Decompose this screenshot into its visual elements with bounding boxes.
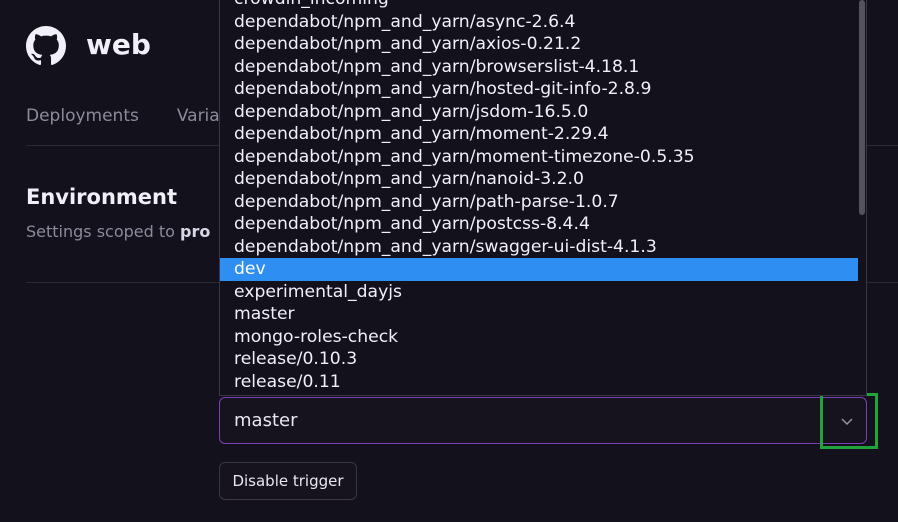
tab-variables[interactable]: Varial <box>177 106 225 130</box>
dropdown-option-selected[interactable]: dev <box>220 258 858 281</box>
disable-trigger-button[interactable]: Disable trigger <box>219 462 357 500</box>
dropdown-option[interactable]: dependabot/npm_and_yarn/postcss-8.4.4 <box>220 213 858 236</box>
dropdown-option[interactable]: dependabot/npm_and_yarn/moment-timezone-… <box>220 146 858 169</box>
dropdown-option[interactable]: dependabot/npm_and_yarn/jsdom-16.5.0 <box>220 101 858 124</box>
tab-deployments[interactable]: Deployments <box>26 106 139 130</box>
github-icon <box>26 26 66 66</box>
branch-select[interactable]: master <box>219 397 867 444</box>
dropdown-option[interactable]: master <box>220 303 858 326</box>
dropdown-option[interactable]: release/0.11 <box>220 371 858 394</box>
dropdown-option[interactable]: dependabot/npm_and_yarn/path-parse-1.0.7 <box>220 191 858 214</box>
dropdown-option[interactable]: dependabot/npm_and_yarn/swagger-ui-dist-… <box>220 236 858 259</box>
dropdown-option[interactable]: dependabot/npm_and_yarn/nanoid-3.2.0 <box>220 168 858 191</box>
dropdown-option[interactable]: dependabot/npm_and_yarn/async-2.6.4 <box>220 11 858 34</box>
tab-bar: Deployments Varial <box>26 106 224 130</box>
service-name: web <box>86 28 151 61</box>
dropdown-option[interactable]: mongo-roles-check <box>220 326 858 349</box>
branch-dropdown-list[interactable]: crowdin_incoming dependabot/npm_and_yarn… <box>219 0 867 396</box>
dropdown-option[interactable]: dependabot/npm_and_yarn/hosted-git-info-… <box>220 78 858 101</box>
dropdown-option[interactable]: release/0.10.3 <box>220 348 858 371</box>
dropdown-option[interactable]: dependabot/npm_and_yarn/browserslist-4.1… <box>220 56 858 79</box>
dropdown-option[interactable]: experimental_dayjs <box>220 281 858 304</box>
dropdown-scrollbar[interactable] <box>859 0 865 215</box>
section-subtitle: Settings scoped to pro <box>26 222 211 241</box>
highlight-box <box>820 393 878 449</box>
dropdown-option[interactable]: dependabot/npm_and_yarn/axios-0.21.2 <box>220 33 858 56</box>
dropdown-option[interactable]: crowdin_incoming <box>220 0 858 11</box>
dropdown-option[interactable]: dependabot/npm_and_yarn/moment-2.29.4 <box>220 123 858 146</box>
branch-select-value: master <box>234 410 298 431</box>
section-title: Environment <box>26 185 178 209</box>
